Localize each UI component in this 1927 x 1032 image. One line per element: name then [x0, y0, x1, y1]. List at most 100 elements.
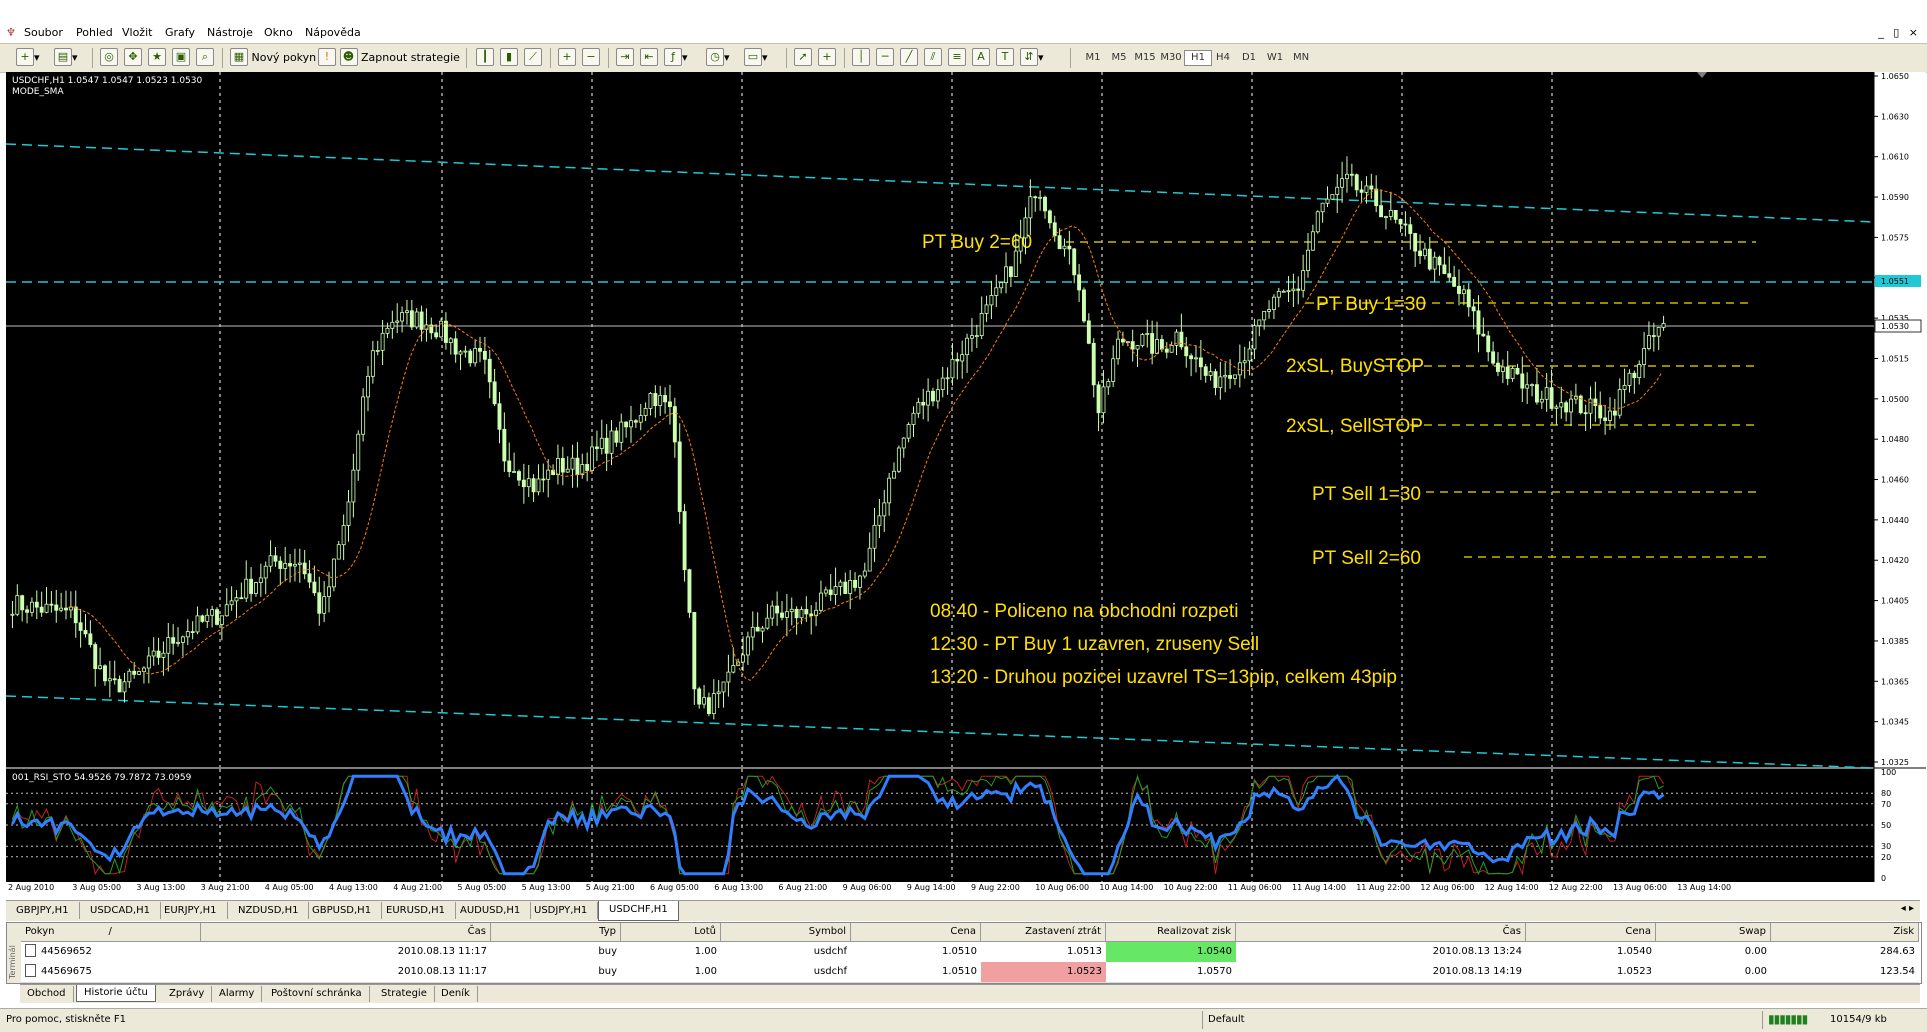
- symbol-tab[interactable]: USDCHF,H1: [598, 901, 679, 921]
- timeframe-d1[interactable]: D1: [1236, 50, 1262, 66]
- col-symbol[interactable]: Symbol: [721, 923, 851, 941]
- candle: [448, 338, 453, 343]
- menu-tools[interactable]: Nástroje: [207, 26, 253, 39]
- price-tick-label: 1.0460: [1881, 476, 1909, 485]
- tester-button[interactable]: ⌕: [196, 48, 214, 66]
- col-order[interactable]: Pokyn /: [21, 923, 201, 941]
- terminal-side-handle[interactable]: Terminál: [7, 923, 22, 983]
- menu-file[interactable]: Soubor: [24, 26, 63, 39]
- price-tick-label: 1.0590: [1881, 193, 1909, 202]
- new-order-button[interactable]: ▦ Nový pokyn: [230, 48, 316, 66]
- candle: [906, 424, 911, 439]
- navigator-button[interactable]: ★: [148, 48, 166, 66]
- col-type[interactable]: Typ: [491, 923, 621, 941]
- zoom-in-button[interactable]: +: [558, 48, 576, 66]
- indicators-button[interactable]: ƒ ▾: [664, 48, 688, 66]
- terminal-tab[interactable]: Deník: [434, 986, 478, 1002]
- timeframe-h4[interactable]: H4: [1210, 50, 1236, 66]
- app-icon[interactable]: ♆: [6, 26, 16, 39]
- zoom-out-button[interactable]: −: [582, 48, 600, 66]
- symbol-tab[interactable]: GBPUSD,H1: [302, 902, 383, 919]
- strategies-button[interactable]: ! ☻ Zapnout strategie: [318, 48, 460, 66]
- channel-button[interactable]: ⫽: [924, 48, 942, 66]
- candle: [1583, 412, 1588, 415]
- candle: [1622, 385, 1627, 390]
- chart-shift-button[interactable]: ⇤: [640, 48, 658, 66]
- candlestick-button[interactable]: ▮: [500, 48, 518, 66]
- terminal-tab[interactable]: Zprávy: [162, 986, 213, 1002]
- col-lots[interactable]: Lotů: [621, 923, 721, 941]
- symbol-tab[interactable]: GBPJPY,H1: [6, 902, 80, 919]
- candle: [867, 547, 872, 572]
- mdi-window-controls[interactable]: _ ▯ ×: [1878, 26, 1921, 39]
- col-price[interactable]: Cena: [851, 923, 981, 941]
- symbol-tab[interactable]: EURJPY,H1: [154, 902, 228, 919]
- periods-button[interactable]: ◷ ▾: [706, 48, 730, 66]
- timeframe-w1[interactable]: W1: [1262, 50, 1288, 66]
- col-close-price[interactable]: Cena: [1526, 923, 1656, 941]
- timeframe-m15[interactable]: M15: [1132, 50, 1158, 66]
- time-tick-label: 12 Aug 22:00: [1549, 883, 1603, 892]
- symbol-tab[interactable]: AUDUSD,H1: [450, 902, 532, 919]
- terminal-tab[interactable]: Poštovní schránka: [264, 986, 370, 1002]
- col-time[interactable]: Čas: [201, 923, 491, 941]
- timeframe-h1[interactable]: H1: [1184, 50, 1212, 66]
- menu-charts[interactable]: Grafy: [165, 26, 195, 39]
- candle: [609, 430, 614, 454]
- terminal-tab[interactable]: Strategie: [374, 986, 435, 1002]
- menu-help[interactable]: Nápověda: [305, 26, 361, 39]
- trendline-button[interactable]: ╱: [900, 48, 918, 66]
- menu-window[interactable]: Okno: [264, 26, 293, 39]
- candle: [156, 650, 161, 658]
- table-row[interactable]: 44569675 2010.08.13 11:17 buy 1.00 usdch…: [21, 962, 1919, 983]
- templates-button[interactable]: ▭ ▾: [744, 48, 768, 66]
- horizontal-line-button[interactable]: ─: [876, 48, 894, 66]
- col-take-profit[interactable]: Realizovat zisk: [1106, 923, 1236, 941]
- candle: [268, 555, 273, 567]
- symbol-tab[interactable]: EURUSD,H1: [376, 902, 457, 919]
- new-chart-button[interactable]: + ▾: [16, 48, 40, 66]
- vertical-line-button[interactable]: │: [852, 48, 870, 66]
- candle: [882, 502, 887, 517]
- bar-chart-button[interactable]: ┃: [476, 48, 494, 66]
- candle: [770, 605, 775, 619]
- data-window-button[interactable]: ✥: [124, 48, 142, 66]
- col-stop-loss[interactable]: Zastavení ztrát: [981, 923, 1106, 941]
- crosshair-move-icon: ✥: [124, 48, 142, 66]
- candle: [794, 608, 799, 619]
- fibonacci-button[interactable]: ≡: [948, 48, 966, 66]
- terminal-tab[interactable]: Alarmy: [212, 986, 263, 1002]
- autoscroll-button[interactable]: ⇥: [616, 48, 634, 66]
- terminal-tab[interactable]: Obchod: [20, 986, 74, 1002]
- candle: [1525, 384, 1530, 389]
- col-swap[interactable]: Swap: [1656, 923, 1771, 941]
- market-watch-button[interactable]: ◎: [100, 48, 118, 66]
- candle: [1427, 248, 1432, 270]
- timeframe-m30[interactable]: M30: [1158, 50, 1184, 66]
- terminal-tab[interactable]: Historie účtu: [76, 985, 156, 1002]
- tab-scroll-arrows-icon[interactable]: ◂ ▸: [1901, 903, 1914, 914]
- col-close-time[interactable]: Čas: [1236, 923, 1526, 941]
- chart-window[interactable]: PT Buy 2=60 PT Buy 1=30 2xSL, BuySTOP 2xSL,…: [6, 72, 1926, 892]
- symbol-tab[interactable]: NZDUSD,H1: [228, 902, 310, 919]
- timeframe-m1[interactable]: M1: [1080, 50, 1106, 66]
- timeframe-mn[interactable]: MN: [1288, 50, 1314, 66]
- line-chart-button[interactable]: ⟋: [524, 48, 542, 66]
- take-profit-cell: 1.0540: [1106, 942, 1236, 962]
- profiles-button[interactable]: ▤ ▾: [54, 48, 78, 66]
- table-row[interactable]: 44569652 2010.08.13 11:17 buy 1.00 usdch…: [21, 942, 1919, 963]
- menu-insert[interactable]: Vložit: [122, 26, 152, 39]
- menu-view[interactable]: Pohled: [76, 26, 113, 39]
- arrows-button[interactable]: ⇵ ▾: [1020, 48, 1044, 66]
- terminal-button[interactable]: ▣: [172, 48, 190, 66]
- text-label-button[interactable]: T: [996, 48, 1014, 66]
- timeframe-m5[interactable]: M5: [1106, 50, 1132, 66]
- price-chart[interactable]: PT Buy 2=60PT Buy 1=302xSL, BuySTOP2xSL,…: [6, 72, 1926, 892]
- time-tick-label: 6 Aug 21:00: [778, 883, 827, 892]
- cursor-button[interactable]: ➚: [794, 48, 812, 66]
- col-profit[interactable]: Zisk: [1771, 923, 1919, 941]
- text-button[interactable]: A: [972, 48, 990, 66]
- crosshair-button[interactable]: +: [818, 48, 836, 66]
- symbol-tab[interactable]: USDCAD,H1: [80, 902, 161, 919]
- symbol-tab[interactable]: USDJPY,H1: [524, 902, 599, 919]
